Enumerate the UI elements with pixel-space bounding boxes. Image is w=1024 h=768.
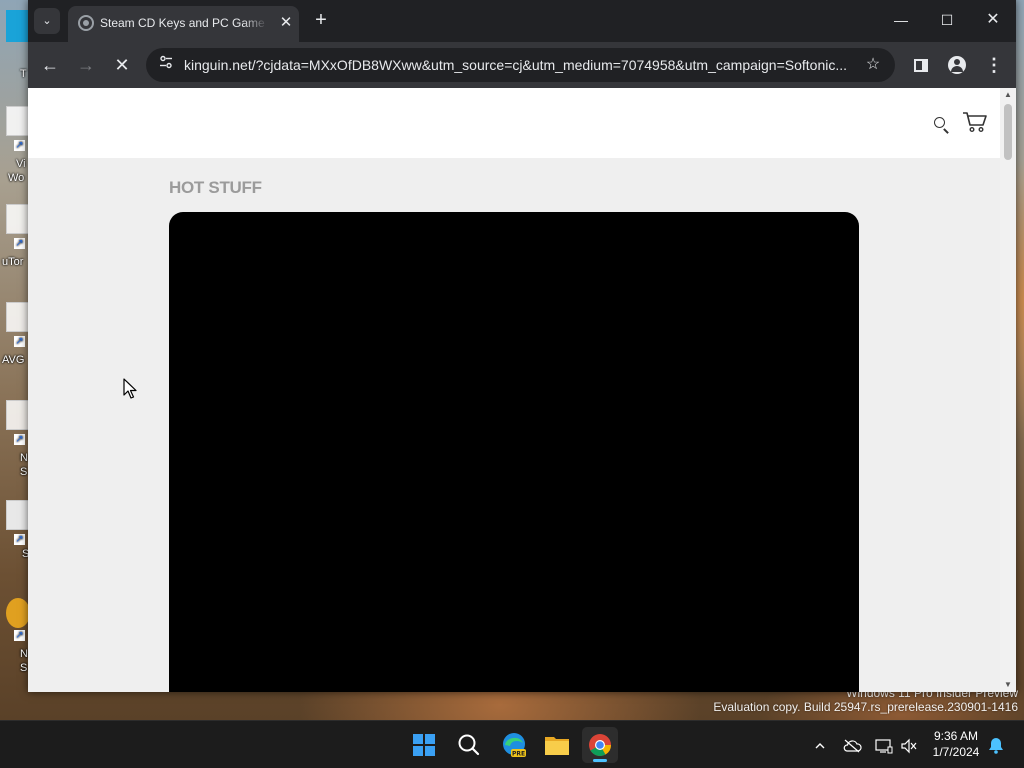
back-button[interactable]: ← xyxy=(36,51,64,79)
tab-search-button[interactable]: ⌄ xyxy=(34,8,60,34)
desktop-icon-label: N xyxy=(20,648,28,660)
desktop-icon[interactable]: ↗ uTor xyxy=(0,204,30,268)
tab-title: Steam CD Keys and PC Game Keys xyxy=(100,16,268,30)
start-button[interactable] xyxy=(406,727,442,763)
document-icon xyxy=(6,106,30,136)
url-text[interactable]: kinguin.net/?cjdata=MXxOfDB8WXww&utm_sou… xyxy=(184,57,856,73)
shortcut-arrow-icon: ↗ xyxy=(14,336,25,347)
browser-toolbar: ← → ✕ kinguin.net/?cjdata=MXxOfDB8WXww&u… xyxy=(28,42,1016,88)
desktop-icon-label: N xyxy=(20,452,28,464)
close-icon[interactable]: ✕ xyxy=(276,13,296,33)
document-icon xyxy=(6,302,30,332)
side-panel-button[interactable] xyxy=(909,53,933,77)
tune-icon xyxy=(160,55,172,69)
document-icon xyxy=(6,400,30,430)
edge-icon: PRE xyxy=(503,733,526,758)
profile-button[interactable] xyxy=(945,53,969,77)
avatar-icon xyxy=(948,56,966,75)
mouse-cursor-icon xyxy=(123,378,137,400)
desktop-icon[interactable]: ↗ Vi Wo xyxy=(0,106,30,184)
chevron-up-icon xyxy=(815,742,825,749)
volume-muted-icon[interactable] xyxy=(898,721,920,768)
desktop-icon-label: Wo xyxy=(8,172,25,184)
svg-text:PRE: PRE xyxy=(512,751,525,758)
tab-active[interactable]: Steam CD Keys and PC Game Keys ✕ xyxy=(68,6,299,42)
scroll-up-arrow-icon[interactable]: ▲ xyxy=(1000,88,1016,102)
shortcut-arrow-icon: ↗ xyxy=(14,140,25,151)
desktop-icon-label: S xyxy=(20,662,28,674)
network-icon[interactable] xyxy=(872,721,896,768)
section-title: HOT STUFF xyxy=(169,178,262,197)
scroll-down-arrow-icon[interactable]: ▼ xyxy=(1000,678,1016,692)
shortcut-arrow-icon: ↗ xyxy=(14,238,25,249)
maximize-button[interactable]: ☐ xyxy=(924,0,970,40)
desktop-icon-label: uTor xyxy=(2,256,24,268)
cart-icon[interactable] xyxy=(962,110,988,134)
site-info-icon[interactable] xyxy=(154,53,178,77)
show-hidden-icons-button[interactable] xyxy=(810,721,830,768)
stop-loading-button[interactable]: ✕ xyxy=(108,51,136,79)
shortcut-arrow-icon: ↗ xyxy=(14,534,25,545)
system-clock[interactable]: 9:36 AM 1/7/2024 xyxy=(926,728,986,760)
chrome-button[interactable] xyxy=(582,727,618,763)
scrollbar-thumb[interactable] xyxy=(1004,104,1012,160)
forward-button[interactable]: → xyxy=(72,51,100,79)
app-icon xyxy=(6,500,30,530)
desktop-icon-label: Vi xyxy=(16,158,26,170)
taskbar: PRE 9:36 AM 1/7/2024 xyxy=(0,720,1024,768)
tab-strip: ⌄ Steam CD Keys and PC Game Keys ✕ + — ☐… xyxy=(28,0,1016,42)
desktop-icon-label: AVG xyxy=(2,354,25,366)
clock-date: 1/7/2024 xyxy=(932,745,980,759)
cloud-sync-off-icon[interactable] xyxy=(840,721,864,768)
file-explorer-icon xyxy=(545,737,569,755)
address-bar[interactable]: kinguin.net/?cjdata=MXxOfDB8WXww&utm_sou… xyxy=(146,48,895,82)
desktop-icon[interactable]: ↗ N S xyxy=(0,598,30,674)
chrome-window: ⌄ Steam CD Keys and PC Game Keys ✕ + — ☐… xyxy=(28,0,1016,692)
bookmark-star-icon[interactable]: ☆ xyxy=(861,53,885,77)
edge-button[interactable]: PRE xyxy=(496,727,532,763)
watermark-build: Evaluation copy. Build 25947.rs_prerelea… xyxy=(713,700,1018,714)
search-icon[interactable] xyxy=(932,115,952,135)
taskbar-search-button[interactable] xyxy=(451,727,487,763)
loading-favicon-icon xyxy=(78,15,94,31)
desktop-icon-label: S xyxy=(20,466,28,478)
desktop-icon-label: T xyxy=(20,68,27,80)
vertical-scrollbar[interactable]: ▲ ▼ xyxy=(1000,88,1016,692)
document-icon xyxy=(6,204,30,234)
close-window-button[interactable]: ✕ xyxy=(970,0,1016,40)
hero-video-panel[interactable] xyxy=(169,212,859,692)
shortcut-arrow-icon: ↗ xyxy=(14,630,25,641)
app-icon xyxy=(6,598,30,628)
browser-menu-button[interactable]: ⋮ xyxy=(982,53,1006,77)
notification-bell-icon[interactable] xyxy=(986,735,1006,755)
chrome-icon xyxy=(589,734,611,756)
side-panel-icon xyxy=(914,58,928,72)
desktop-icon[interactable]: ↗ N S xyxy=(0,400,30,478)
chevron-down-icon: ⌄ xyxy=(42,15,52,27)
desktop-icon[interactable]: T xyxy=(0,10,30,80)
windows-logo-icon xyxy=(413,734,435,756)
shortcut-arrow-icon: ↗ xyxy=(14,434,25,445)
app-icon xyxy=(6,10,30,42)
site-header xyxy=(28,88,1000,158)
page-viewport: HOT STUFF ▲ ▼ xyxy=(28,88,1016,692)
desktop-icon[interactable]: ↗ S xyxy=(0,500,30,560)
active-app-indicator xyxy=(593,759,607,762)
clock-time: 9:36 AM xyxy=(933,729,979,743)
file-explorer-button[interactable] xyxy=(539,727,575,763)
desktop-icon[interactable]: ↗ AVG xyxy=(0,302,30,366)
minimize-button[interactable]: — xyxy=(878,0,924,40)
search-icon xyxy=(458,734,480,756)
new-tab-button[interactable]: + xyxy=(309,9,333,33)
